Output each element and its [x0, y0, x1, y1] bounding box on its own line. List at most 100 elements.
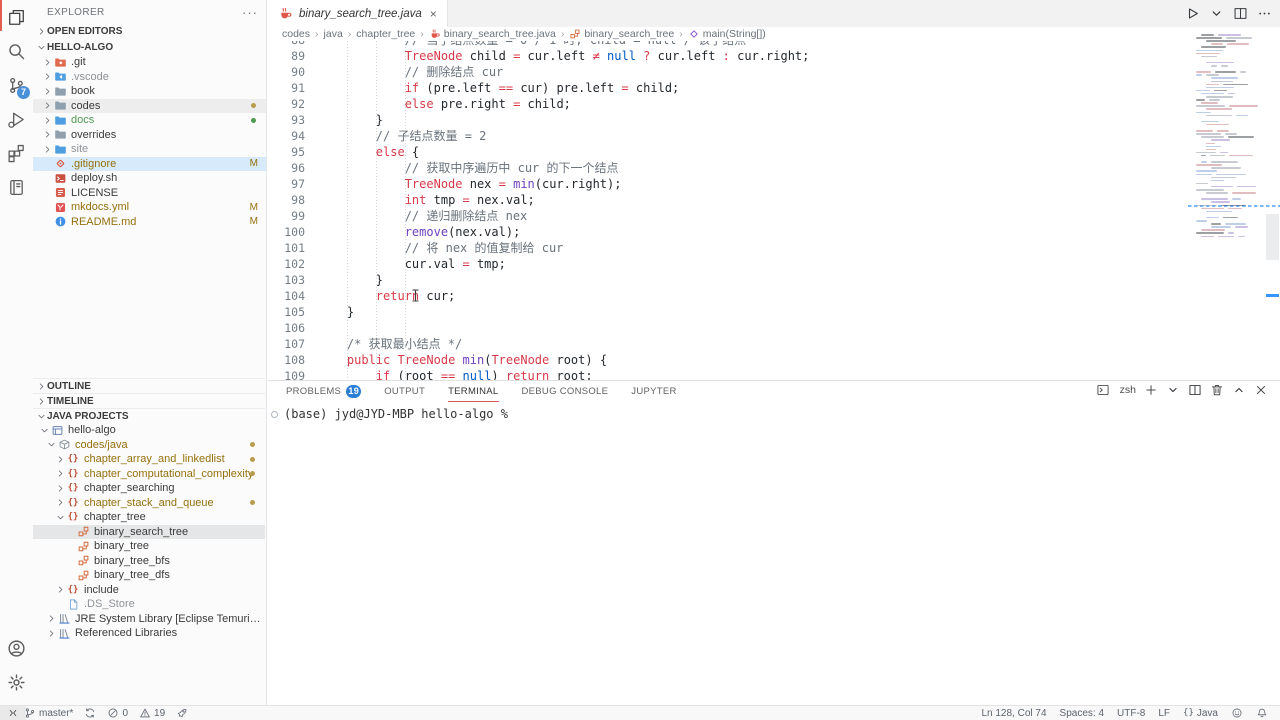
tree-item-license[interactable]: LICENSE	[33, 186, 266, 201]
code-line-106[interactable]: 106	[268, 320, 1280, 336]
source-control-icon[interactable]: 7	[0, 68, 33, 102]
code-line-103[interactable]: 103 }	[268, 272, 1280, 288]
chevron-right-icon[interactable]	[41, 144, 53, 155]
more-actions-icon[interactable]	[1257, 6, 1272, 21]
tree-item-mkdocs.yml[interactable]: mkdocs.ymlM	[33, 200, 266, 215]
code-line-97[interactable]: 97 TreeNode nex = min(cur.right);	[268, 176, 1280, 192]
tree-item-chapter_tree[interactable]: {}chapter_tree	[33, 510, 265, 525]
terminal-profile-chevron-icon[interactable]	[1166, 383, 1180, 397]
panel-tab-debug-console[interactable]: DEBUG CONSOLE	[522, 381, 609, 402]
chevron-right-icon[interactable]	[45, 628, 57, 639]
chevron-right-icon[interactable]	[41, 57, 53, 68]
breadcrumb-item[interactable]: chapter_tree	[356, 28, 415, 40]
tree-item-.ds_store[interactable]: .DS_Store	[33, 597, 265, 612]
tree-item-chapter_stack_and_queue[interactable]: {}chapter_stack_and_queue	[33, 496, 265, 511]
notifications-bell-icon[interactable]	[1256, 707, 1268, 719]
tree-item-binary_tree[interactable]: binary_tree	[33, 539, 265, 554]
chevron-down-icon[interactable]	[38, 425, 50, 436]
feedback-icon[interactable]	[1231, 707, 1243, 719]
code-line-102[interactable]: 102 cur.val = tmp;	[268, 256, 1280, 272]
breadcrumb-item[interactable]: binary_search_tree.java	[429, 28, 556, 40]
language-mode[interactable]: {}Java	[1183, 708, 1218, 719]
kill-terminal-icon[interactable]	[1210, 383, 1224, 397]
chevron-right-icon[interactable]	[54, 468, 66, 479]
close-panel-icon[interactable]	[1254, 383, 1268, 397]
chevron-down-icon[interactable]	[54, 512, 66, 523]
extensions-icon[interactable]	[0, 136, 33, 170]
run-status[interactable]	[176, 707, 188, 719]
run-button[interactable]	[1185, 6, 1200, 21]
panel-tab-output[interactable]: OUTPUT	[384, 381, 425, 402]
eol[interactable]: LF	[1158, 708, 1170, 719]
terminal-icon[interactable]	[1096, 383, 1110, 397]
split-terminal-icon[interactable]	[1188, 383, 1202, 397]
scrollbar-thumb[interactable]	[1266, 214, 1279, 260]
warning-count[interactable]: 19	[139, 707, 165, 719]
tree-item-.vscode[interactable]: .vscode	[33, 70, 266, 85]
tree-item-site[interactable]: site	[33, 142, 266, 157]
breadcrumb-item[interactable]: main(String[])	[688, 28, 766, 40]
code-line-94[interactable]: 94 // 子结点数量 = 2	[268, 128, 1280, 144]
code-line-105[interactable]: 105 }	[268, 304, 1280, 320]
overview-ruler[interactable]	[1265, 41, 1280, 380]
chevron-right-icon[interactable]	[41, 86, 53, 97]
tab-binary-search-tree[interactable]: binary_search_tree.java ×	[268, 0, 448, 27]
run-debug-icon[interactable]	[0, 102, 33, 136]
section-outline[interactable]: OUTLINE	[33, 378, 265, 393]
code-line-99[interactable]: 99 // 递归删除结点 nex	[268, 208, 1280, 224]
tree-item-chapter_array_and_linkedlist[interactable]: {}chapter_array_and_linkedlist	[33, 452, 265, 467]
notebook-icon[interactable]	[0, 170, 33, 204]
code-line-98[interactable]: 98 int tmp = nex.val;	[268, 192, 1280, 208]
tree-item-overrides[interactable]: overrides	[33, 128, 266, 143]
tree-item-binary_tree_bfs[interactable]: binary_tree_bfs	[33, 554, 265, 569]
account-icon[interactable]	[0, 631, 33, 665]
tree-item-readme.md[interactable]: README.mdM	[33, 215, 266, 230]
section-java-projects[interactable]: JAVA PROJECTS	[33, 408, 265, 423]
panel-tab-problems[interactable]: PROBLEMS19	[286, 381, 361, 402]
tree-item-hello-algo[interactable]: hello-algo	[33, 423, 265, 438]
code-line-89[interactable]: 89 TreeNode child = cur.left ≠ null ? cu…	[268, 48, 1280, 64]
section-root-folder[interactable]: HELLO-ALGO	[33, 39, 266, 55]
tree-item-binary_tree_dfs[interactable]: binary_tree_dfs	[33, 568, 265, 583]
tree-item-jre-system-library-eclipse-temurin-17-17....[interactable]: JRE System Library [Eclipse Temurin 17 […	[33, 612, 265, 627]
tree-item-.gitignore[interactable]: .gitignoreM	[33, 157, 266, 172]
terminal-prompt[interactable]: (base) jyd@JYD-MBP hello-algo %	[284, 407, 508, 421]
code-editor[interactable]: 88 // 当子结点数量 = 0 / 1 时, child = null / 该…	[268, 41, 1280, 380]
tree-item-.git[interactable]: .git	[33, 55, 266, 70]
code-line-88[interactable]: 88 // 当子结点数量 = 0 / 1 时, child = null / 该…	[268, 41, 1280, 48]
explorer-icon[interactable]	[0, 0, 33, 34]
tree-item-referenced-libraries[interactable]: Referenced Libraries	[33, 626, 265, 641]
cursor-position[interactable]: Ln 128, Col 74	[981, 708, 1046, 719]
tree-item-docs[interactable]: docs	[33, 113, 266, 128]
code-line-107[interactable]: 107 /* 获取最小结点 */	[268, 336, 1280, 352]
minimap[interactable]	[1192, 32, 1264, 262]
chevron-right-icon[interactable]	[41, 129, 53, 140]
tree-item-chapter_searching[interactable]: {}chapter_searching	[33, 481, 265, 496]
chevron-right-icon[interactable]	[54, 584, 66, 595]
breadcrumb-item[interactable]: codes	[282, 28, 310, 40]
error-count[interactable]: 0	[107, 707, 128, 719]
chevron-down-icon[interactable]	[45, 439, 57, 450]
code-line-96[interactable]: 96 // 获取中序遍历中 cur 的下一个结点	[268, 160, 1280, 176]
split-editor-icon[interactable]	[1233, 6, 1248, 21]
search-icon[interactable]	[0, 34, 33, 68]
explorer-more-actions-icon[interactable]: ···	[242, 5, 258, 20]
code-line-95[interactable]: 95 else {	[268, 144, 1280, 160]
close-tab-icon[interactable]: ×	[430, 7, 437, 21]
chevron-right-icon[interactable]	[54, 454, 66, 465]
chevron-right-icon[interactable]	[41, 100, 53, 111]
section-open-editors[interactable]: OPEN EDITORS	[33, 24, 266, 39]
indentation[interactable]: Spaces: 4	[1060, 708, 1104, 719]
code-line-101[interactable]: 101 // 将 nex 的值复制给 cur	[268, 240, 1280, 256]
sync-status[interactable]	[84, 707, 96, 719]
code-line-93[interactable]: 93 }	[268, 112, 1280, 128]
run-chevron-icon[interactable]	[1209, 6, 1224, 21]
breadcrumb-item[interactable]: java	[324, 28, 343, 40]
branch-status[interactable]: master*	[24, 707, 73, 719]
code-line-90[interactable]: 90 // 删除结点 cur	[268, 64, 1280, 80]
code-line-100[interactable]: 100 remove(nex.val);	[268, 224, 1280, 240]
tree-item-codes[interactable]: codes	[33, 99, 266, 114]
new-terminal-icon[interactable]	[1144, 383, 1158, 397]
settings-gear-icon[interactable]	[0, 665, 33, 699]
encoding[interactable]: UTF-8	[1117, 708, 1145, 719]
